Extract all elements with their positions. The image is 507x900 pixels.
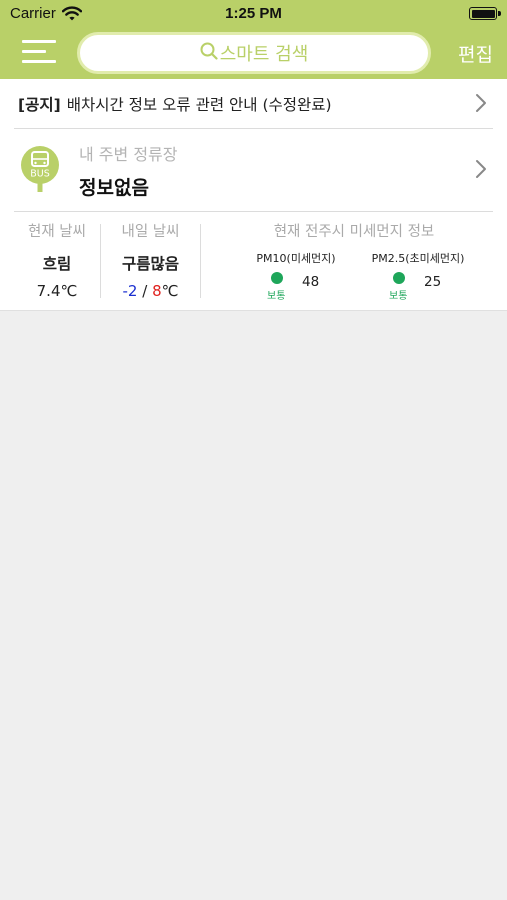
pm25-value: 25 (424, 274, 442, 290)
nearby-stop-row[interactable]: BUS 내 주변 정류장 정보없음 (0, 129, 507, 211)
temp-separator: / (137, 282, 153, 300)
bus-stop-icon: BUS (19, 145, 61, 197)
pm10-label: PM10(미세먼지) (256, 252, 336, 265)
tomorrow-temperature: -2 / 8℃ (101, 282, 200, 300)
search-label: 스마트 검색 (219, 44, 309, 65)
current-temperature: 7.4℃ (36, 282, 78, 300)
pm25-item: PM2.5(초미세먼지) 보통 25 (368, 250, 468, 306)
status-time: 1:25 PM (225, 5, 282, 22)
pm10-item: PM10(미세먼지) 보통 48 (246, 250, 346, 306)
nav-bar: 스마트 검색 편집 (0, 28, 507, 79)
tomorrow-max-temp: 8 (152, 282, 162, 300)
current-weather-heading: 현재 날씨 (28, 224, 86, 240)
current-weather: 현재 날씨 흐림 7.4℃ (14, 212, 100, 300)
fine-dust-info: 현재 전주시 미세먼지 정보 (201, 212, 507, 241)
bus-icon-text: BUS (30, 169, 50, 180)
pm25-label: PM2.5(초미세먼지) (371, 252, 465, 265)
battery-icon (469, 7, 501, 20)
menu-icon (22, 40, 56, 43)
pm10-grade: 보통 (267, 291, 286, 302)
nearby-stop-value: 정보없음 (79, 177, 149, 199)
main-panel: [공지] 배차시간 정보 오류 관련 안내 (수정완료) BUS 내 주변 정류장… (0, 79, 507, 311)
notice-tag: [공지] (18, 96, 61, 114)
notice-title: 배차시간 정보 오류 관련 안내 (수정완료) (66, 96, 332, 114)
pm25-status-dot (393, 272, 405, 284)
smart-search-bar[interactable]: 스마트 검색 (77, 32, 431, 74)
tomorrow-weather-condition: 구름많음 (121, 255, 180, 273)
chevron-right-icon (475, 93, 487, 117)
tomorrow-weather: 내일 날씨 구름많음 -2 / 8℃ (101, 212, 200, 300)
menu-button[interactable] (22, 38, 56, 66)
tomorrow-min-temp: -2 (122, 282, 138, 300)
chevron-right-icon (475, 159, 487, 183)
search-icon (200, 42, 218, 64)
nearby-stop-label: 내 주변 정류장 (79, 145, 178, 164)
notice-text: [공지] 배차시간 정보 오류 관련 안내 (수정완료) (18, 93, 332, 115)
status-bar: Carrier 1:25 PM (0, 0, 507, 28)
pm10-value: 48 (302, 274, 320, 290)
temp-unit: ℃ (161, 282, 179, 300)
pm10-status-dot (271, 272, 283, 284)
current-weather-condition: 흐림 (42, 255, 72, 273)
tomorrow-weather-heading: 내일 날씨 (121, 224, 180, 240)
fine-dust-heading: 현재 전주시 미세먼지 정보 (273, 224, 435, 240)
notice-row[interactable]: [공지] 배차시간 정보 오류 관련 안내 (수정완료) (0, 79, 507, 128)
weather-section: 현재 날씨 흐림 7.4℃ 내일 날씨 구름많음 -2 / 8℃ 현재 전주시 … (0, 212, 507, 311)
pm25-grade: 보통 (389, 291, 408, 302)
edit-button[interactable]: 편집 (458, 40, 493, 67)
